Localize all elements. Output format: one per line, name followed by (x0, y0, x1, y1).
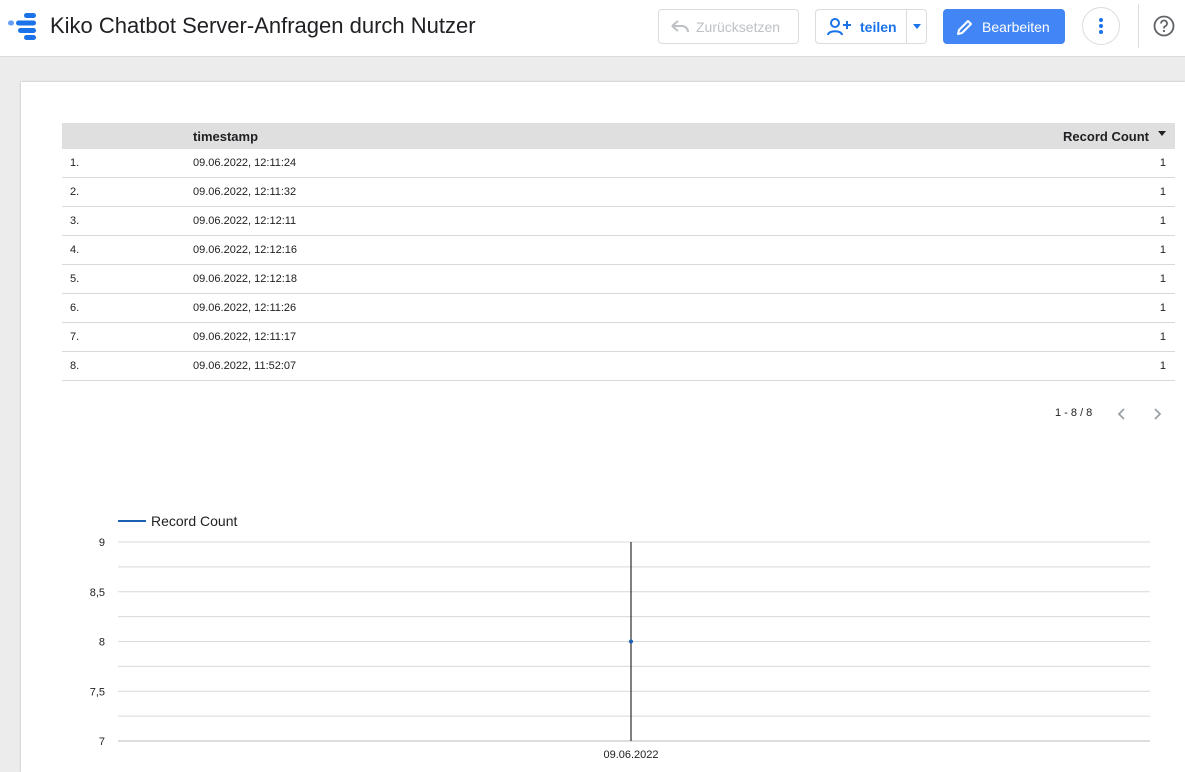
table-header: timestamp Record Count (62, 123, 1175, 149)
toolbar-divider (1138, 4, 1139, 48)
row-index: 3. (70, 215, 80, 227)
edit-label: Bearbeiten (982, 18, 1050, 35)
more-options-button[interactable] (1082, 7, 1120, 45)
row-timestamp: 09.06.2022, 12:11:32 (193, 186, 297, 198)
chevron-left-icon[interactable] (1115, 406, 1129, 422)
row-record-count: 1 (1159, 273, 1166, 285)
row-timestamp: 09.06.2022, 12:11:26 (193, 302, 297, 314)
row-index: 6. (70, 302, 80, 314)
top-bar: Kiko Chatbot Server-Anfragen durch Nutze… (0, 0, 1185, 57)
table-row: 2. 09.06.2022, 12:11:32 1 (62, 178, 1175, 207)
row-record-count: 1 (1159, 186, 1166, 198)
row-index: 1. (70, 157, 80, 169)
more-vert-icon (1099, 18, 1103, 34)
row-record-count: 1 (1159, 360, 1166, 372)
data-point (629, 639, 633, 644)
row-timestamp: 09.06.2022, 12:12:18 (193, 273, 297, 285)
add-person-icon (827, 17, 851, 35)
legend-label: Record Count (151, 513, 237, 529)
looker-studio-logo-icon (8, 13, 36, 40)
column-header-timestamp[interactable]: timestamp (193, 129, 258, 144)
row-index: 2. (70, 186, 80, 198)
share-label: teilen (860, 18, 897, 35)
pagination-label: 1 - 8 / 8 (1055, 407, 1093, 419)
x-tick-label: 09.06.2022 (603, 749, 658, 761)
row-index: 8. (70, 360, 80, 372)
reset-button[interactable]: Zurücksetzen (658, 9, 799, 44)
table-row: 4. 09.06.2022, 12:12:16 1 (62, 236, 1175, 265)
help-icon[interactable] (1153, 15, 1175, 37)
y-tick-label: 8,5 (90, 587, 105, 599)
row-index: 5. (70, 273, 80, 285)
row-timestamp: 09.06.2022, 12:11:17 (193, 331, 297, 343)
row-timestamp: 09.06.2022, 12:12:16 (193, 244, 297, 256)
reset-label: Zurücksetzen (696, 18, 781, 35)
time-series-chart: Record Count 9 8,5 8 7,5 7 09.06.2022 (90, 513, 1150, 761)
row-record-count: 1 (1159, 215, 1166, 227)
table-row: 7. 09.06.2022, 12:11:17 1 (62, 323, 1175, 352)
share-dropdown-button[interactable] (907, 10, 926, 43)
row-index: 4. (70, 244, 80, 256)
y-tick-label: 7,5 (90, 686, 105, 698)
row-record-count: 1 (1159, 331, 1166, 343)
row-index: 7. (70, 331, 80, 343)
sort-desc-icon[interactable] (1158, 131, 1166, 136)
pencil-icon (957, 19, 972, 35)
report-canvas: timestamp Record Count 1. 09.06.2022, 12:… (21, 82, 1185, 772)
caret-down-icon (912, 24, 921, 29)
table-row: 8. 09.06.2022, 11:52:07 1 (62, 352, 1175, 381)
row-timestamp: 09.06.2022, 11:52:07 (193, 360, 297, 372)
share-button-group: teilen (815, 9, 927, 44)
table-row: 3. 09.06.2022, 12:12:11 1 (62, 207, 1175, 236)
y-tick-label: 8 (99, 637, 105, 649)
undo-icon (671, 19, 689, 32)
report-title: Kiko Chatbot Server-Anfragen durch Nutze… (50, 13, 476, 38)
column-header-record-count[interactable]: Record Count (1063, 129, 1149, 144)
table-row: 6. 09.06.2022, 12:11:26 1 (62, 294, 1175, 323)
share-button[interactable]: teilen (816, 10, 908, 43)
row-record-count: 1 (1159, 302, 1166, 314)
table-row: 1. 09.06.2022, 12:11:24 1 (62, 149, 1175, 178)
y-tick-label: 7 (99, 736, 105, 748)
data-table: timestamp Record Count 1. 09.06.2022, 12:… (62, 123, 1175, 381)
row-timestamp: 09.06.2022, 12:11:24 (193, 157, 297, 169)
table-row: 5. 09.06.2022, 12:12:18 1 (62, 265, 1175, 294)
edit-button[interactable]: Bearbeiten (943, 9, 1065, 44)
row-record-count: 1 (1159, 157, 1166, 169)
y-tick-label: 9 (99, 537, 105, 549)
row-record-count: 1 (1159, 244, 1166, 256)
chevron-right-icon[interactable] (1150, 406, 1164, 422)
row-timestamp: 09.06.2022, 12:12:11 (193, 215, 297, 227)
